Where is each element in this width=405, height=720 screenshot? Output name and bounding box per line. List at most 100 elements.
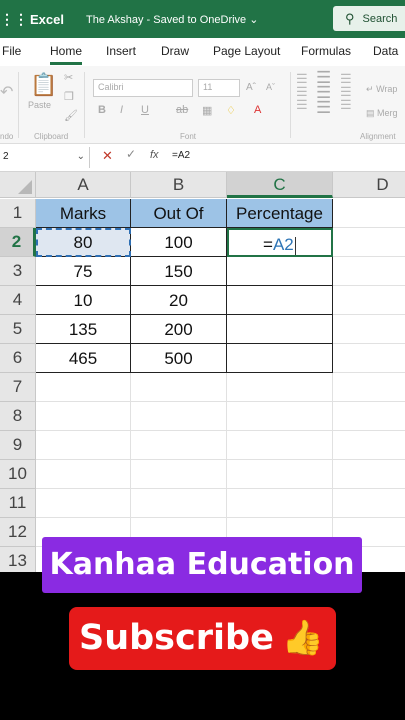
tab-insert[interactable]: Insert — [106, 44, 136, 58]
row-header-3[interactable]: 3 — [0, 257, 36, 286]
cell-d4[interactable] — [333, 286, 405, 315]
row-header-11[interactable]: 11 — [0, 489, 36, 518]
cell-a3-marks[interactable]: 75 — [36, 257, 131, 286]
copy-icon[interactable]: ❐ — [64, 90, 74, 103]
row-header-2[interactable]: 2 — [0, 228, 36, 257]
name-box[interactable]: 2 ⌄ — [0, 147, 90, 168]
tab-page-layout[interactable]: Page Layout — [213, 44, 280, 58]
font-size-select[interactable]: 11 — [198, 79, 240, 97]
row-header-4[interactable]: 4 — [0, 286, 36, 315]
cut-icon[interactable]: ✂ — [64, 71, 73, 84]
cell-d2[interactable] — [333, 228, 405, 257]
cell-c3[interactable] — [227, 257, 333, 286]
empty-cell[interactable] — [227, 489, 333, 518]
column-header-d[interactable]: D — [333, 172, 405, 198]
format-painter-icon[interactable]: 🖌 — [64, 109, 78, 122]
empty-cell[interactable] — [131, 460, 227, 489]
wrap-text-button[interactable]: ↵ Wrap — [366, 84, 397, 95]
row-header-7[interactable]: 7 — [0, 373, 36, 402]
cell-a5-marks[interactable]: 135 — [36, 315, 131, 344]
underline-button[interactable]: U — [141, 104, 149, 116]
enter-check-icon[interactable]: ✓ — [126, 147, 136, 161]
tab-file[interactable]: File — [2, 44, 21, 58]
search-box[interactable]: ⚲ Search — [333, 6, 405, 31]
column-header-c[interactable]: C — [227, 172, 333, 198]
empty-cell[interactable] — [333, 431, 405, 460]
align-middle-icon[interactable]: ☰ ☰ ☰ — [316, 69, 331, 116]
row-header-13[interactable]: 13 — [0, 547, 36, 572]
row-header-1[interactable]: 1 — [0, 199, 36, 228]
row-header-12[interactable]: 12 — [0, 518, 36, 547]
row-header-6[interactable]: 6 — [0, 344, 36, 373]
cell-a2-marks[interactable]: 80 — [36, 228, 131, 257]
cell-d5[interactable] — [333, 315, 405, 344]
cell-a4-marks[interactable]: 10 — [36, 286, 131, 315]
formula-input[interactable]: =A2 — [172, 150, 190, 161]
cell-b2-out-of[interactable]: 100 — [131, 228, 227, 257]
cell-d3[interactable] — [333, 257, 405, 286]
empty-cell[interactable] — [227, 373, 333, 402]
undo-icon[interactable]: ↶ — [0, 82, 13, 102]
cell-c5[interactable] — [227, 315, 333, 344]
empty-cell[interactable] — [36, 460, 131, 489]
shrink-font-icon[interactable]: Aˇ — [266, 82, 275, 92]
row-header-8[interactable]: 8 — [0, 402, 36, 431]
tab-draw[interactable]: Draw — [161, 44, 189, 58]
empty-cell[interactable] — [36, 431, 131, 460]
cell-b5-out-of[interactable]: 200 — [131, 315, 227, 344]
empty-cell[interactable] — [333, 460, 405, 489]
app-launcher-icon[interactable]: ⋮⋮ — [0, 11, 28, 28]
worksheet-grid[interactable]: A B C D 1 2 3 4 5 6 7 8 9 10 11 12 13 Ma… — [0, 172, 405, 572]
row-header-10[interactable]: 10 — [0, 460, 36, 489]
bold-button[interactable]: B — [98, 104, 106, 116]
grow-font-icon[interactable]: Aˆ — [246, 82, 256, 93]
empty-cell[interactable] — [131, 431, 227, 460]
empty-cell[interactable] — [333, 489, 405, 518]
column-header-b[interactable]: B — [131, 172, 227, 198]
paste-icon[interactable]: 📋 — [30, 72, 57, 98]
cell-c6[interactable] — [227, 344, 333, 373]
align-top-icon[interactable]: ☰ ☰ ☰ — [296, 72, 308, 111]
borders-icon[interactable]: ▦ — [202, 104, 212, 117]
select-all-button[interactable] — [0, 172, 36, 198]
cell-header-percentage[interactable]: Percentage — [227, 199, 333, 228]
tab-home[interactable]: Home — [50, 44, 83, 65]
empty-cell[interactable] — [131, 373, 227, 402]
cell-c4[interactable] — [227, 286, 333, 315]
cell-b6-out-of[interactable]: 500 — [131, 344, 227, 373]
strikethrough-button[interactable]: ab — [176, 104, 188, 116]
align-bottom-icon[interactable]: ☰ ☰ ☰ — [340, 72, 352, 111]
cell-a6-marks[interactable]: 465 — [36, 344, 131, 373]
empty-cell[interactable] — [36, 373, 131, 402]
empty-cell[interactable] — [131, 489, 227, 518]
empty-cell[interactable] — [333, 373, 405, 402]
insert-function-icon[interactable]: fx — [150, 149, 159, 161]
chevron-down-icon[interactable]: ⌄ — [77, 151, 85, 162]
empty-cell[interactable] — [333, 402, 405, 431]
subscribe-banner[interactable]: Subscribe 👍 — [69, 607, 336, 670]
document-title[interactable]: The Akshay - Saved to OneDrive ⌄ — [86, 13, 258, 26]
empty-cell[interactable] — [131, 402, 227, 431]
cell-header-out-of[interactable]: Out Of — [131, 199, 227, 228]
empty-cell[interactable] — [227, 402, 333, 431]
row-header-9[interactable]: 9 — [0, 431, 36, 460]
cell-d1[interactable] — [333, 199, 405, 228]
font-name-select[interactable]: Calibri — [93, 79, 193, 97]
merge-button[interactable]: ▤ Merg — [366, 108, 398, 119]
empty-cell[interactable] — [227, 460, 333, 489]
cancel-icon[interactable]: ✕ — [102, 148, 113, 164]
cell-d6[interactable] — [333, 344, 405, 373]
cell-b3-out-of[interactable]: 150 — [131, 257, 227, 286]
row-header-5[interactable]: 5 — [0, 315, 36, 344]
empty-cell[interactable] — [36, 402, 131, 431]
column-header-a[interactable]: A — [36, 172, 131, 198]
tab-data[interactable]: Data — [373, 44, 398, 58]
cell-c2-active-editor[interactable]: =A2 — [227, 228, 333, 257]
fill-color-icon[interactable]: ♢ — [226, 104, 236, 117]
font-color-icon[interactable]: A — [254, 104, 261, 116]
tab-formulas[interactable]: Formulas — [301, 44, 351, 58]
empty-cell[interactable] — [36, 489, 131, 518]
italic-button[interactable]: I — [120, 104, 123, 116]
cell-b4-out-of[interactable]: 20 — [131, 286, 227, 315]
cell-header-marks[interactable]: Marks — [36, 199, 131, 228]
